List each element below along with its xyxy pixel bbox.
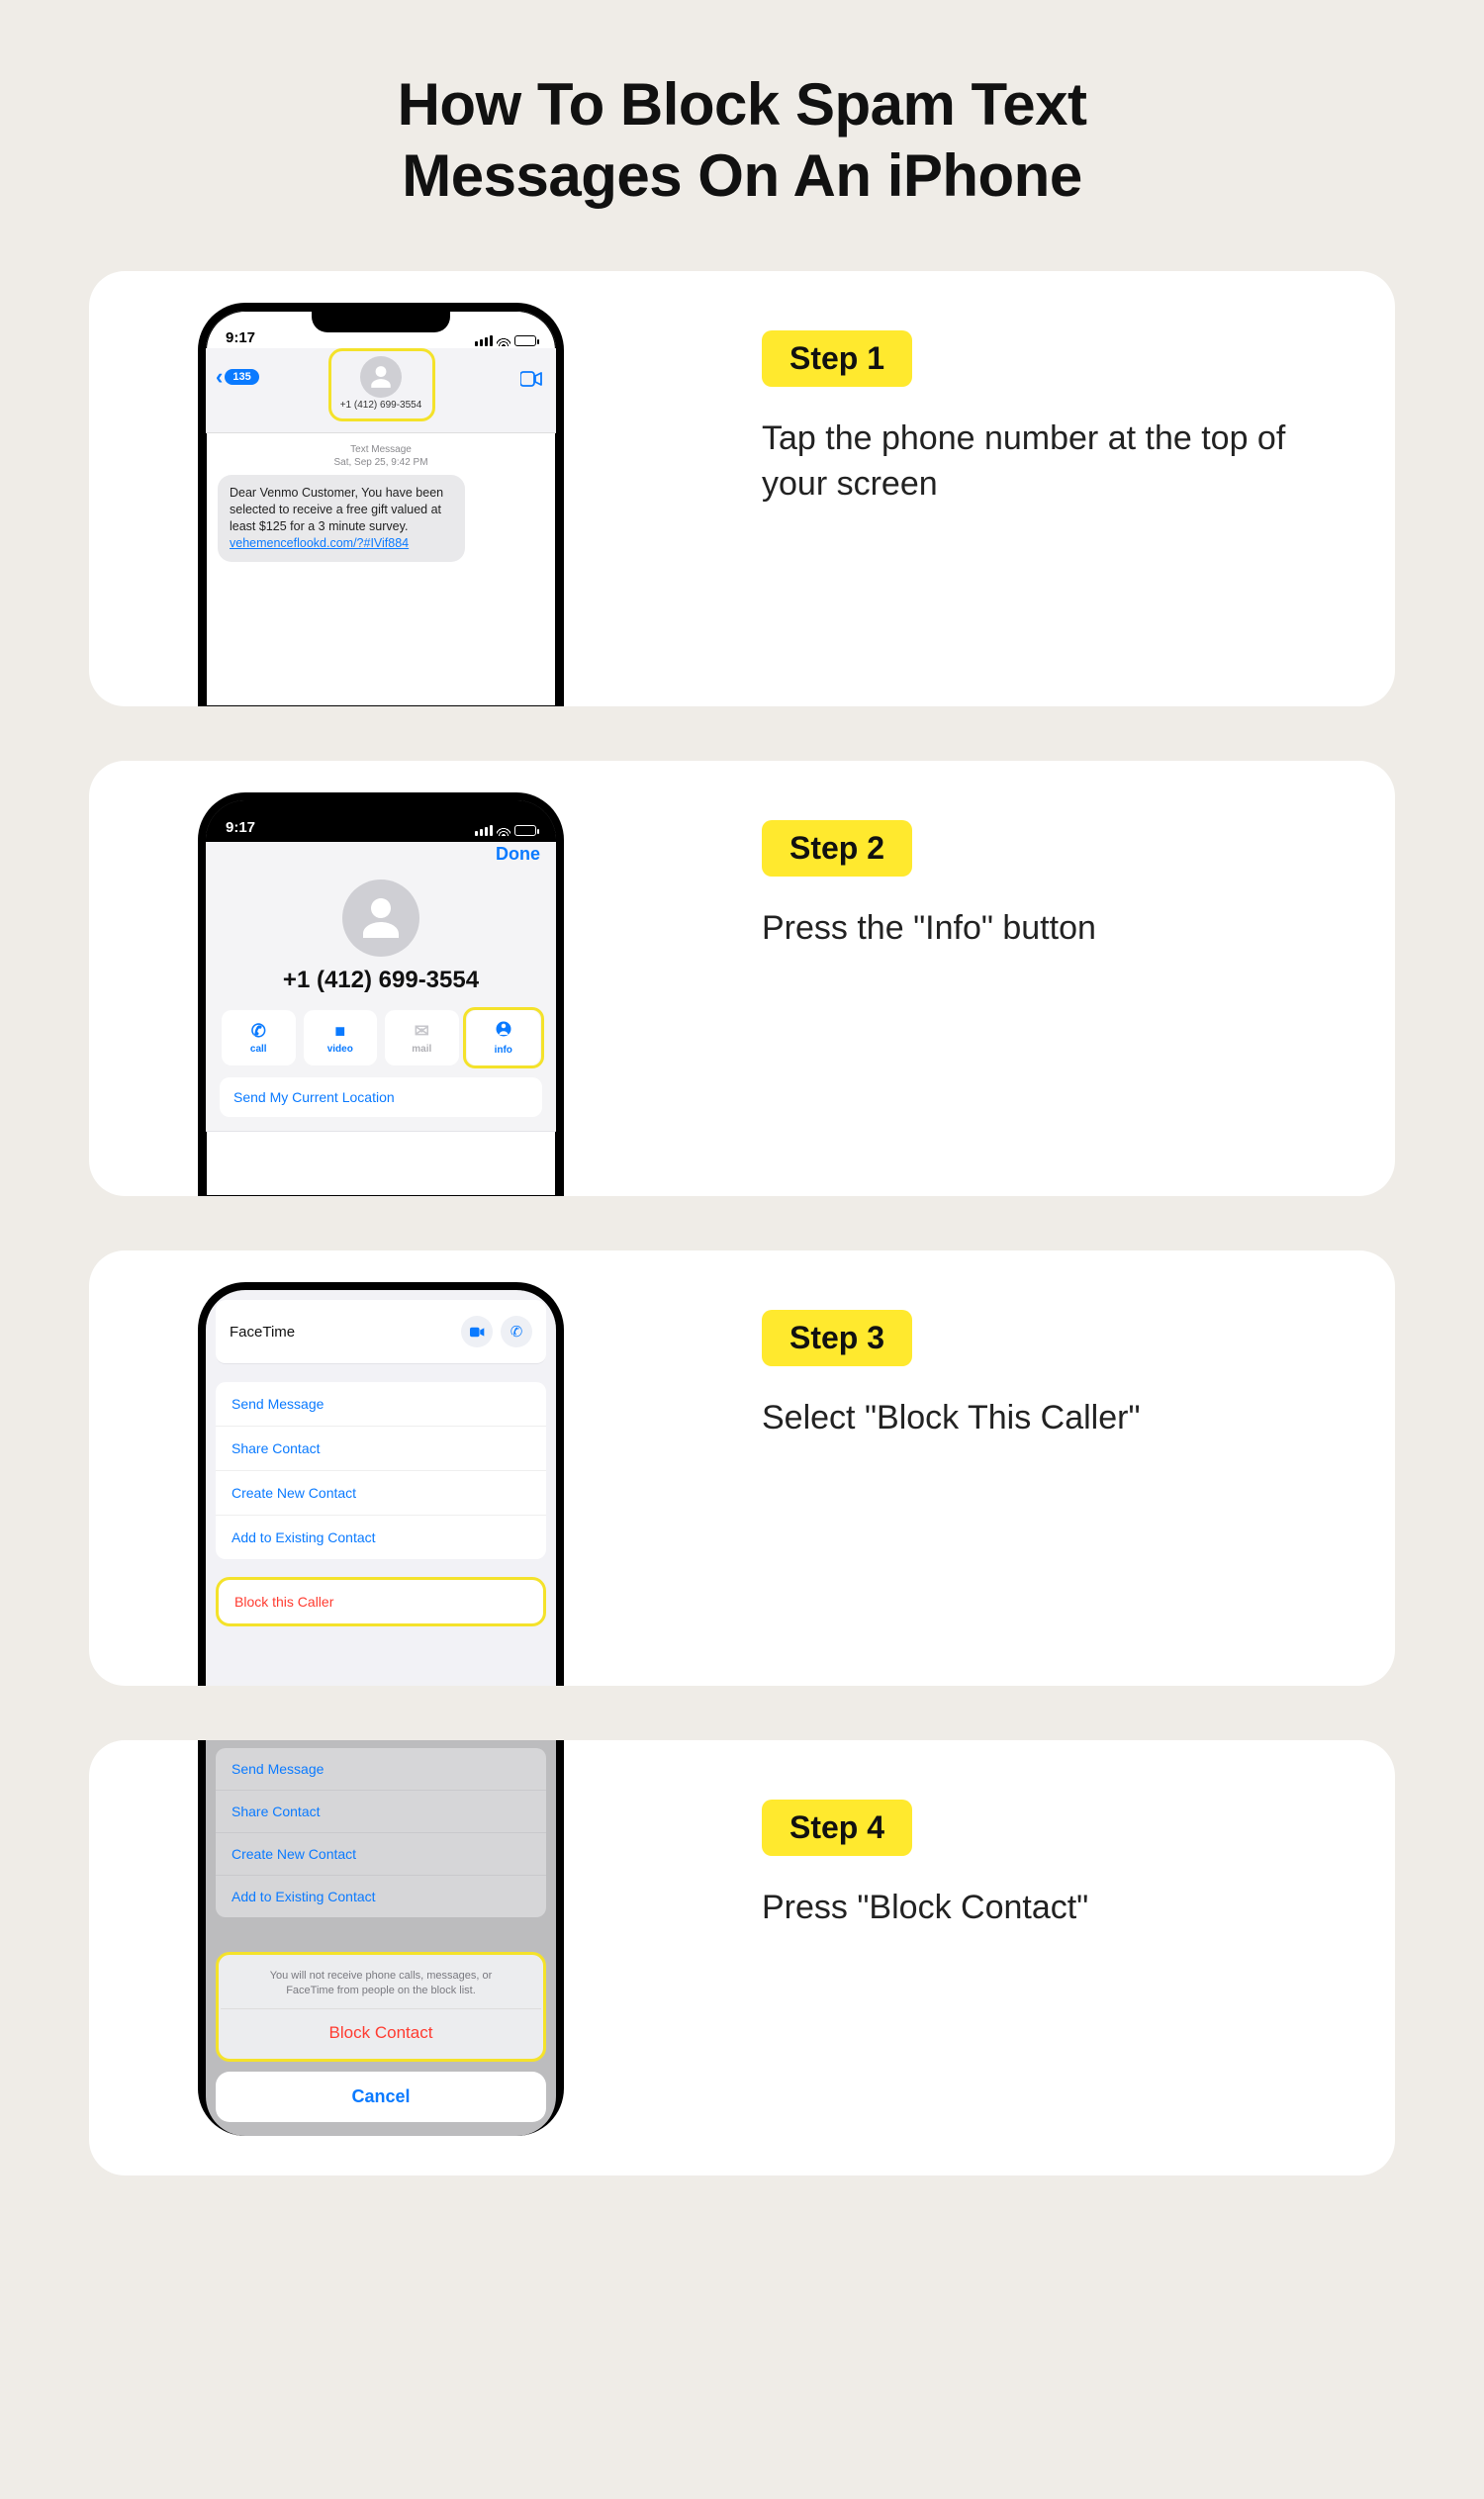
- battery-icon: [514, 825, 536, 836]
- facetime-audio-icon[interactable]: ✆: [501, 1316, 532, 1347]
- send-message-row[interactable]: Send Message: [216, 1382, 546, 1427]
- message-text: Dear Venmo Customer, You have been selec…: [230, 486, 443, 533]
- mail-icon: ✉: [415, 1021, 429, 1042]
- signal-icon: [475, 335, 493, 346]
- step-badge: Step 4: [762, 1800, 912, 1856]
- message-bubble[interactable]: Dear Venmo Customer, You have been selec…: [218, 475, 465, 562]
- step-badge: Step 2: [762, 820, 912, 877]
- highlight-box: [328, 348, 435, 421]
- block-this-caller-row[interactable]: Block this Caller: [221, 1582, 541, 1621]
- contact-info-sheet: Done +1 (412) 699-3554 ✆ call ■⁢ video: [206, 842, 556, 1132]
- send-message-row: Send Message: [216, 1748, 546, 1791]
- video-button[interactable]: ■⁢ video: [304, 1010, 378, 1065]
- cancel-button[interactable]: Cancel: [216, 2072, 546, 2122]
- contact-phone-number: +1 (412) 699-3554: [220, 967, 542, 994]
- status-time: 9:17: [226, 819, 255, 836]
- step-2-card: 9:17 Done +1 (412) 699-3554: [89, 761, 1395, 1196]
- chevron-left-icon: ‹: [216, 366, 223, 388]
- message-type-label: Text Message: [206, 443, 556, 456]
- step-4-phone: Send Message Share Contact Create New Co…: [198, 1740, 564, 2136]
- step-1-phone: 9:17 ‹ 135: [198, 303, 564, 706]
- facetime-icon[interactable]: [520, 370, 542, 393]
- unread-badge: 135: [225, 369, 258, 385]
- step-1-card: 9:17 ‹ 135: [89, 271, 1395, 706]
- mail-label: mail: [412, 1044, 431, 1055]
- contact-actions-list: Send Message Share Contact Create New Co…: [216, 1382, 546, 1559]
- step-description: Press "Block Contact": [762, 1886, 1355, 1931]
- create-new-contact-row: Create New Contact: [216, 1833, 546, 1876]
- highlight-box: You will not receive phone calls, messag…: [216, 1952, 546, 2062]
- highlight-box: Block this Caller: [216, 1577, 546, 1626]
- add-to-existing-contact-row[interactable]: Add to Existing Contact: [216, 1516, 546, 1559]
- block-contact-button[interactable]: Block Contact: [221, 2009, 541, 2057]
- facetime-row[interactable]: FaceTime ✆: [216, 1300, 546, 1364]
- create-new-contact-row[interactable]: Create New Contact: [216, 1471, 546, 1516]
- signal-icon: [475, 825, 493, 836]
- step-3-card: FaceTime ✆ Send Message Share Contact Cr…: [89, 1250, 1395, 1686]
- step-description: Tap the phone number at the top of your …: [762, 416, 1355, 508]
- facetime-video-icon[interactable]: [461, 1316, 493, 1347]
- action-segment-row: ✆ call ■⁢ video ✉ mail: [220, 1010, 542, 1065]
- block-hint-text: You will not receive phone calls, messag…: [221, 1957, 541, 2009]
- status-time: 9:17: [226, 329, 255, 346]
- battery-icon: [514, 335, 536, 346]
- done-button[interactable]: Done: [496, 844, 540, 865]
- back-button[interactable]: ‹ 135: [216, 366, 259, 388]
- share-contact-row: Share Contact: [216, 1791, 546, 1833]
- step-2-phone: 9:17 Done +1 (412) 699-3554: [198, 792, 564, 1196]
- mail-button: ✉ mail: [385, 1010, 459, 1065]
- share-contact-row[interactable]: Share Contact: [216, 1427, 546, 1471]
- phone-icon: ✆: [251, 1021, 266, 1042]
- call-button[interactable]: ✆ call: [222, 1010, 296, 1065]
- phone-notch: [312, 800, 450, 822]
- add-to-existing-contact-row: Add to Existing Contact: [216, 1876, 546, 1917]
- action-sheet: You will not receive phone calls, messag…: [216, 1952, 546, 2122]
- step-3-phone: FaceTime ✆ Send Message Share Contact Cr…: [198, 1282, 564, 1686]
- step-badge: Step 1: [762, 330, 912, 387]
- page-title: How To Block Spam Text Messages On An iP…: [297, 69, 1187, 212]
- dimmed-actions-list: Send Message Share Contact Create New Co…: [216, 1748, 546, 1917]
- message-link[interactable]: vehemenceflookd.com/?#IVif884: [230, 536, 409, 550]
- step-description: Press the "Info" button: [762, 906, 1355, 952]
- call-label: call: [250, 1044, 267, 1055]
- messages-header: ‹ 135 +1 (412) 699-3554: [206, 348, 556, 433]
- step-badge: Step 3: [762, 1310, 912, 1366]
- step-description: Select "Block This Caller": [762, 1396, 1355, 1441]
- video-icon: ■⁢: [334, 1021, 345, 1042]
- send-location-row[interactable]: Send My Current Location: [220, 1077, 542, 1117]
- wifi-icon: [497, 335, 510, 346]
- message-timestamp: Sat, Sep 25, 9:42 PM: [206, 456, 556, 469]
- wifi-icon: [497, 825, 510, 836]
- step-4-card: Send Message Share Contact Create New Co…: [89, 1740, 1395, 2175]
- message-meta: Text Message Sat, Sep 25, 9:42 PM: [206, 443, 556, 469]
- phone-notch: [312, 311, 450, 332]
- highlight-box: [463, 1007, 544, 1068]
- video-label: video: [327, 1044, 353, 1055]
- facetime-label: FaceTime: [230, 1324, 295, 1341]
- avatar-icon: [342, 879, 419, 957]
